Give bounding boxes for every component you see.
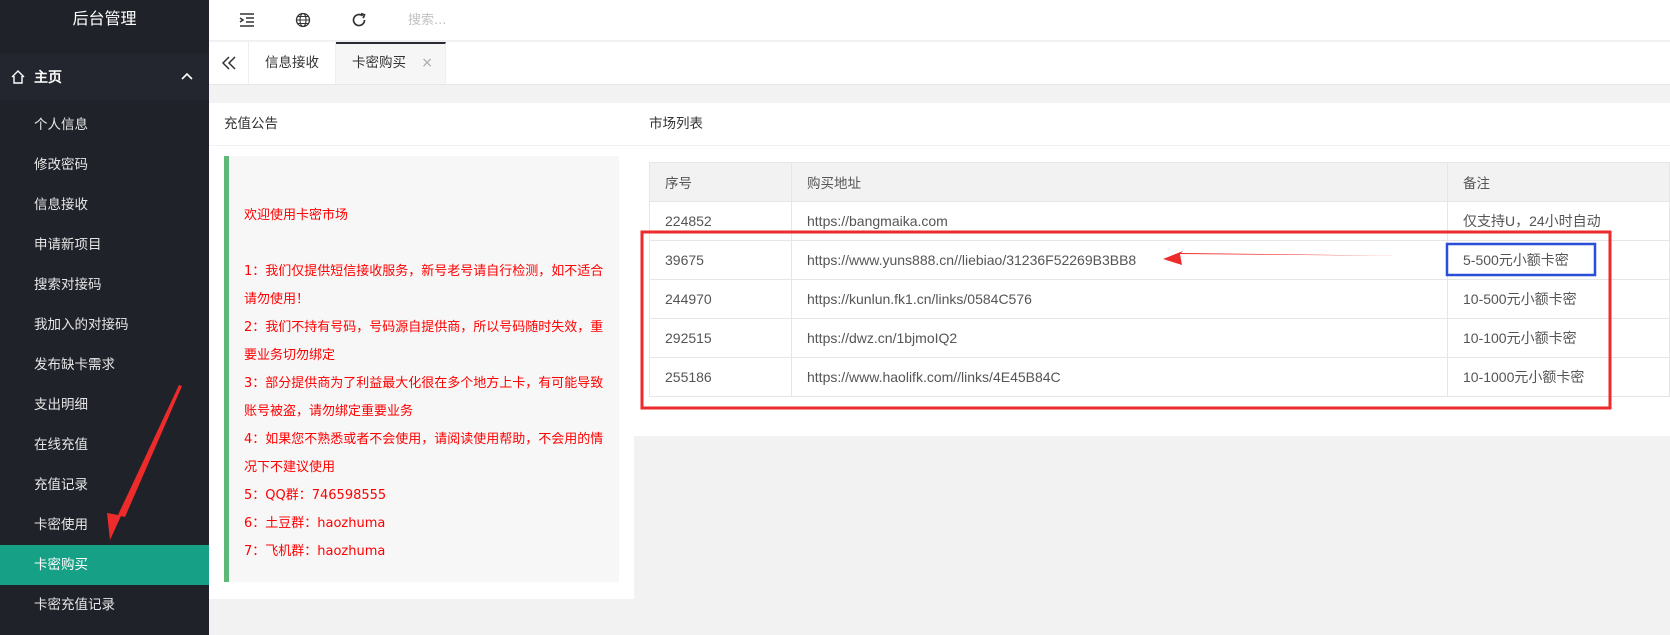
notice-line: 1：我们仅提供短信接收服务，新号老号请自行检测，如不适合请勿使用！ [244, 264, 604, 307]
sidebar-item-apply-project[interactable]: 申请新项目 [0, 225, 209, 265]
nav-group-label: 主页 [34, 69, 62, 86]
column-header-id: 序号 [649, 162, 792, 202]
notice-line: 2：我们不持有号码，号码源自提供商，所以号码随时失效，重要业务切勿绑定 [244, 320, 604, 363]
cell-id: 244970 [649, 279, 792, 319]
sidebar-item-card-buy[interactable]: 卡密购买 [0, 545, 209, 585]
table-row: 292515 https://dwz.cn/1bjmoIQ2 10-100元小额… [649, 318, 1670, 358]
cell-id: 224852 [649, 201, 792, 241]
sidebar-item-my-codes[interactable]: 我加入的对接码 [0, 305, 209, 345]
tab-label: 信息接收 [265, 55, 319, 71]
sidebar-item-recharge-records[interactable]: 充值记录 [0, 465, 209, 505]
cell-note: 仅支持U，24小时自动 [1447, 201, 1670, 241]
notice-line: 5：QQ群：746598555 [244, 488, 387, 503]
cell-url[interactable]: https://dwz.cn/1bjmoIQ2 [791, 318, 1448, 358]
cell-id: 39675 [649, 240, 792, 280]
table-row: 255186 https://www.haolifk.com//links/4E… [649, 357, 1670, 397]
sidebar-item-expenses[interactable]: 支出明细 [0, 385, 209, 425]
tab-card-buy[interactable]: 卡密购买 × [336, 42, 446, 84]
home-icon [11, 69, 25, 84]
sidebar-item-post-demand[interactable]: 发布缺卡需求 [0, 345, 209, 385]
cell-id: 292515 [649, 318, 792, 358]
cell-url[interactable]: https://bangmaika.com [791, 201, 1448, 241]
app-title: 后台管理 [0, 0, 209, 38]
nav-group-home[interactable]: 主页 [0, 53, 209, 100]
top-header [209, 0, 1670, 41]
sidebar: 后台管理 主页 个人信息 修改密码 信息接收 申请新项目 搜索对接码 我加入的对… [0, 0, 209, 635]
cell-url[interactable]: https://www.yuns888.cn//liebiao/31236F52… [791, 240, 1448, 280]
market-table: 序号 购买地址 备注 224852 https://bangmaika.com … [649, 162, 1670, 397]
tab-bar: 信息接收 卡密购买 × [209, 42, 1670, 85]
refresh-icon[interactable] [350, 11, 368, 29]
cell-note: 10-1000元小额卡密 [1447, 357, 1670, 397]
notice-box: 欢迎使用卡密市场 1：我们仅提供短信接收服务，新号老号请自行检测，如不适合请勿使… [224, 156, 619, 582]
cell-url[interactable]: https://kunlun.fk1.cn/links/0584C576 [791, 279, 1448, 319]
globe-icon[interactable] [294, 11, 312, 29]
sidebar-item-profile[interactable]: 个人信息 [0, 105, 209, 145]
table-header-row: 序号 购买地址 备注 [649, 162, 1670, 202]
tab-label: 卡密购买 [352, 55, 406, 71]
table-row: 244970 https://kunlun.fk1.cn/links/0584C… [649, 279, 1670, 319]
tab-messages[interactable]: 信息接收 [249, 42, 336, 84]
column-header-note: 备注 [1447, 162, 1670, 202]
chevron-up-icon [181, 72, 193, 80]
cell-url[interactable]: https://www.haolifk.com//links/4E45B84C [791, 357, 1448, 397]
notice-panel: 充值公告 欢迎使用卡密市场 1：我们仅提供短信接收服务，新号老号请自行检测，如不… [209, 103, 634, 599]
sidebar-submenu: 个人信息 修改密码 信息接收 申请新项目 搜索对接码 我加入的对接码 发布缺卡需… [0, 105, 209, 625]
table-row: 224852 https://bangmaika.com 仅支持U，24小时自动 [649, 201, 1670, 241]
sidebar-item-card-use[interactable]: 卡密使用 [0, 505, 209, 545]
market-title: 市场列表 [634, 103, 1670, 146]
cell-note: 5-500元小额卡密 [1447, 240, 1670, 280]
sidebar-item-change-password[interactable]: 修改密码 [0, 145, 209, 185]
sidebar-item-online-recharge[interactable]: 在线充值 [0, 425, 209, 465]
notice-line: 7：飞机群：haozhuma [244, 544, 386, 559]
tabs-scroll-left-button[interactable] [209, 42, 249, 84]
notice-title: 充值公告 [209, 103, 634, 146]
sidebar-item-card-recharge-records[interactable]: 卡密充值记录 [0, 585, 209, 625]
cell-note: 10-100元小额卡密 [1447, 318, 1670, 358]
cell-id: 255186 [649, 357, 792, 397]
search-input[interactable] [408, 6, 628, 34]
close-icon[interactable]: × [421, 44, 433, 82]
market-panel: 市场列表 序号 购买地址 备注 224852 https://bangmaika… [634, 103, 1670, 436]
sidebar-item-search-code[interactable]: 搜索对接码 [0, 265, 209, 305]
double-chevron-left-icon [221, 56, 236, 70]
notice-line: 6：土豆群：haozhuma [244, 516, 386, 531]
sidebar-item-messages[interactable]: 信息接收 [0, 185, 209, 225]
notice-line: 欢迎使用卡密市场 [244, 208, 349, 223]
table-row: 39675 https://www.yuns888.cn//liebiao/31… [649, 240, 1670, 280]
notice-line: 4：如果您不熟悉或者不会使用，请阅读使用帮助，不会用的情况下不建议使用 [244, 432, 604, 475]
column-header-url: 购买地址 [791, 162, 1448, 202]
notice-line [244, 230, 605, 258]
notice-line: 3：部分提供商为了利益最大化很在多个地方上卡，有可能导致账号被盗，请勿绑定重要业… [244, 376, 604, 419]
cell-note: 10-500元小额卡密 [1447, 279, 1670, 319]
menu-fold-icon[interactable] [238, 11, 256, 29]
